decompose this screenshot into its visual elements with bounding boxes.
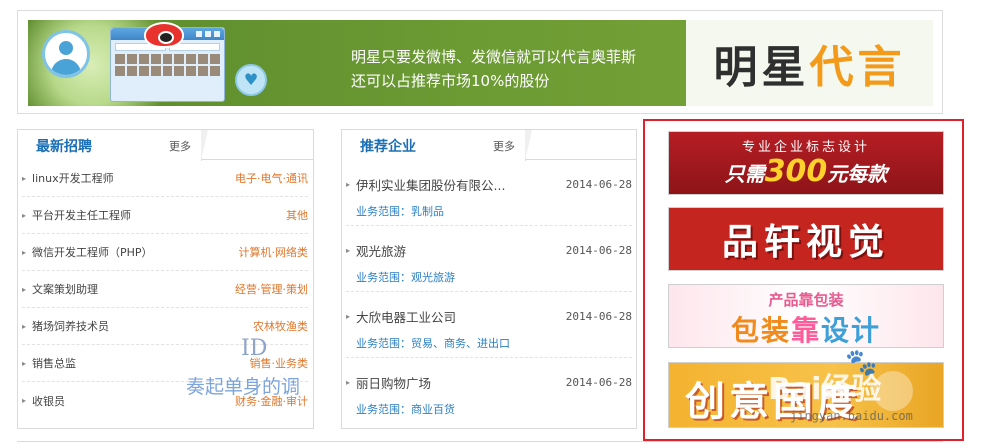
arrow-right-icon: ▸ (22, 247, 27, 257)
arrow-right-icon: ▸ (22, 358, 27, 368)
job-title-link[interactable]: 猪场饲养技术员 (32, 318, 109, 334)
job-category-link[interactable]: 农林牧渔类 (253, 318, 308, 334)
enterprise-scope: 业务范围：商业百货 (356, 403, 455, 416)
arrow-right-icon: ▸ (346, 180, 351, 189)
job-category-link[interactable]: 经营·管理·策划 (235, 281, 308, 297)
enterprise-name-link[interactable]: 大欣电器工业公司 (356, 307, 456, 326)
job-category-link[interactable]: 其他 (286, 207, 308, 223)
list-item[interactable]: ▸ 微信开发工程师（PHP） 计算机·网络类 (22, 234, 308, 271)
enterprise-date: 2014-06-28 (565, 178, 632, 191)
list-item[interactable]: ▸ 观光旅游 2014-06-28 业务范围：观光旅游 (346, 226, 632, 292)
enterprise-date: 2014-06-28 (565, 310, 632, 323)
top-banner-frame: ♥ 明星只要发微博、发微信就可以代言奥菲斯 还可以占推荐市场10%的股份 明星代… (17, 10, 943, 114)
watermark-id: ID (241, 336, 268, 361)
latest-jobs-header: 最新招聘 更多 (18, 130, 313, 161)
enterprise-date: 2014-06-28 (565, 244, 632, 257)
heart-icon: ♥ (235, 64, 267, 96)
banner-text-line2: 还可以占推荐市场10%的股份 (351, 72, 550, 90)
brand-title-part2: 代言 (809, 42, 906, 93)
packaging-ad-line1: 产品靠包装 (768, 291, 844, 309)
arrow-right-icon: ▸ (346, 378, 351, 387)
arrow-right-icon: ▸ (346, 312, 351, 321)
packaging-ad-word2: 靠 (790, 314, 821, 347)
enterprises-more-link[interactable]: 更多 (493, 138, 515, 154)
banner-text-line1: 明星只要发微博、发微信就可以代言奥菲斯 (351, 48, 637, 66)
enterprise-name-link[interactable]: 伊利实业集团股份有限公... (356, 175, 505, 194)
tab-latest-jobs[interactable]: 最新招聘 更多 (18, 130, 208, 161)
job-title-link[interactable]: 文案策划助理 (32, 281, 98, 297)
banner-brand-title: 明星 代言 (686, 20, 933, 106)
arrow-right-icon: ▸ (22, 284, 27, 294)
job-title-link[interactable]: linux开发工程师 (32, 170, 114, 186)
enterprise-list: ▸ 伊利实业集团股份有限公... 2014-06-28 业务范围：乳制品 ▸ 观光旅… (342, 160, 636, 424)
job-title-link[interactable]: 收银员 (32, 393, 65, 409)
latest-jobs-more-link[interactable]: 更多 (169, 138, 191, 154)
enterprises-header: 推荐企业 更多 (342, 130, 636, 161)
baidu-paw-icon: 🐾 (845, 348, 878, 378)
packaging-ad-word1: 包装 (730, 314, 791, 347)
recommended-enterprises-panel: 推荐企业 更多 ▸ 伊利实业集团股份有限公... 2014-06-28 业务范围：… (341, 129, 637, 429)
list-item[interactable]: ▸ 文案策划助理 经营·管理·策划 (22, 271, 308, 308)
list-item[interactable]: ▸ 大欣电器工业公司 2014-06-28 业务范围：贸易、商务、进出口 (346, 292, 632, 358)
price-number: 300 (764, 154, 828, 189)
packaging-ad-line2: 包装靠设计 (669, 309, 943, 347)
footer-divider (17, 441, 943, 442)
logo-design-ad[interactable]: 专业企业标志设计 只需300元每款 (668, 131, 944, 195)
arrow-right-icon: ▸ (22, 173, 27, 183)
pinxuan-vision-ad-text: 品轩视觉 (721, 222, 890, 263)
arrow-right-icon: ▸ (346, 246, 351, 255)
price-prefix: 只需 (724, 162, 765, 186)
list-item[interactable]: ▸ 伊利实业集团股份有限公... 2014-06-28 业务范围：乳制品 (346, 160, 632, 226)
price-suffix: 元每款 (827, 162, 888, 186)
job-title-link[interactable]: 销售总监 (32, 355, 76, 371)
enterprise-name-link[interactable]: 丽日购物广场 (356, 373, 431, 392)
user-avatar-icon (42, 30, 90, 78)
job-title-link[interactable]: 微信开发工程师（PHP） (32, 244, 153, 260)
enterprises-title: 推荐企业 (360, 138, 416, 155)
job-category-link[interactable]: 电子·电气·通讯 (235, 170, 308, 186)
arrow-right-icon: ▸ (22, 210, 27, 220)
baidu-watermark-url: jingyan.baidu.com (790, 409, 913, 423)
list-item[interactable]: ▸ 平台开发主任工程师 其他 (22, 197, 308, 234)
brand-title-part1: 明星 (713, 42, 810, 93)
arrow-right-icon: ▸ (22, 396, 27, 405)
enterprise-scope: 业务范围：乳制品 (356, 205, 444, 218)
pinxuan-vision-ad[interactable]: 品轩视觉 (668, 207, 944, 271)
tab-recommended-enterprises[interactable]: 推荐企业 更多 (342, 130, 532, 161)
arrow-right-icon: ▸ (22, 321, 27, 331)
enterprise-name-link[interactable]: 观光旅游 (356, 241, 406, 260)
logo-design-ad-headline: 专业企业标志设计 (741, 140, 870, 155)
packaging-ad-word3: 设计 (821, 314, 882, 347)
list-item[interactable]: ▸ linux开发工程师 电子·电气·通讯 (22, 160, 308, 197)
job-title-link[interactable]: 平台开发主任工程师 (32, 207, 131, 223)
enterprise-scope: 业务范围：观光旅游 (356, 271, 455, 284)
job-category-link[interactable]: 计算机·网络类 (239, 244, 309, 260)
watermark-text: 奏起单身的调 (186, 376, 301, 398)
packaging-design-ad[interactable]: 产品靠包装 包装靠设计 (668, 284, 944, 348)
celebrity-endorsement-banner[interactable]: ♥ 明星只要发微博、发微信就可以代言奥菲斯 还可以占推荐市场10%的股份 明星代… (28, 20, 933, 106)
list-item[interactable]: ▸ 丽日购物广场 2014-06-28 业务范围：商业百货 (346, 358, 632, 424)
enterprise-date: 2014-06-28 (565, 376, 632, 389)
logo-design-ad-price: 只需300元每款 (669, 154, 943, 189)
weibo-logo-icon (144, 22, 184, 48)
latest-jobs-title: 最新招聘 (36, 138, 92, 155)
enterprise-scope: 业务范围：贸易、商务、进出口 (356, 337, 510, 350)
